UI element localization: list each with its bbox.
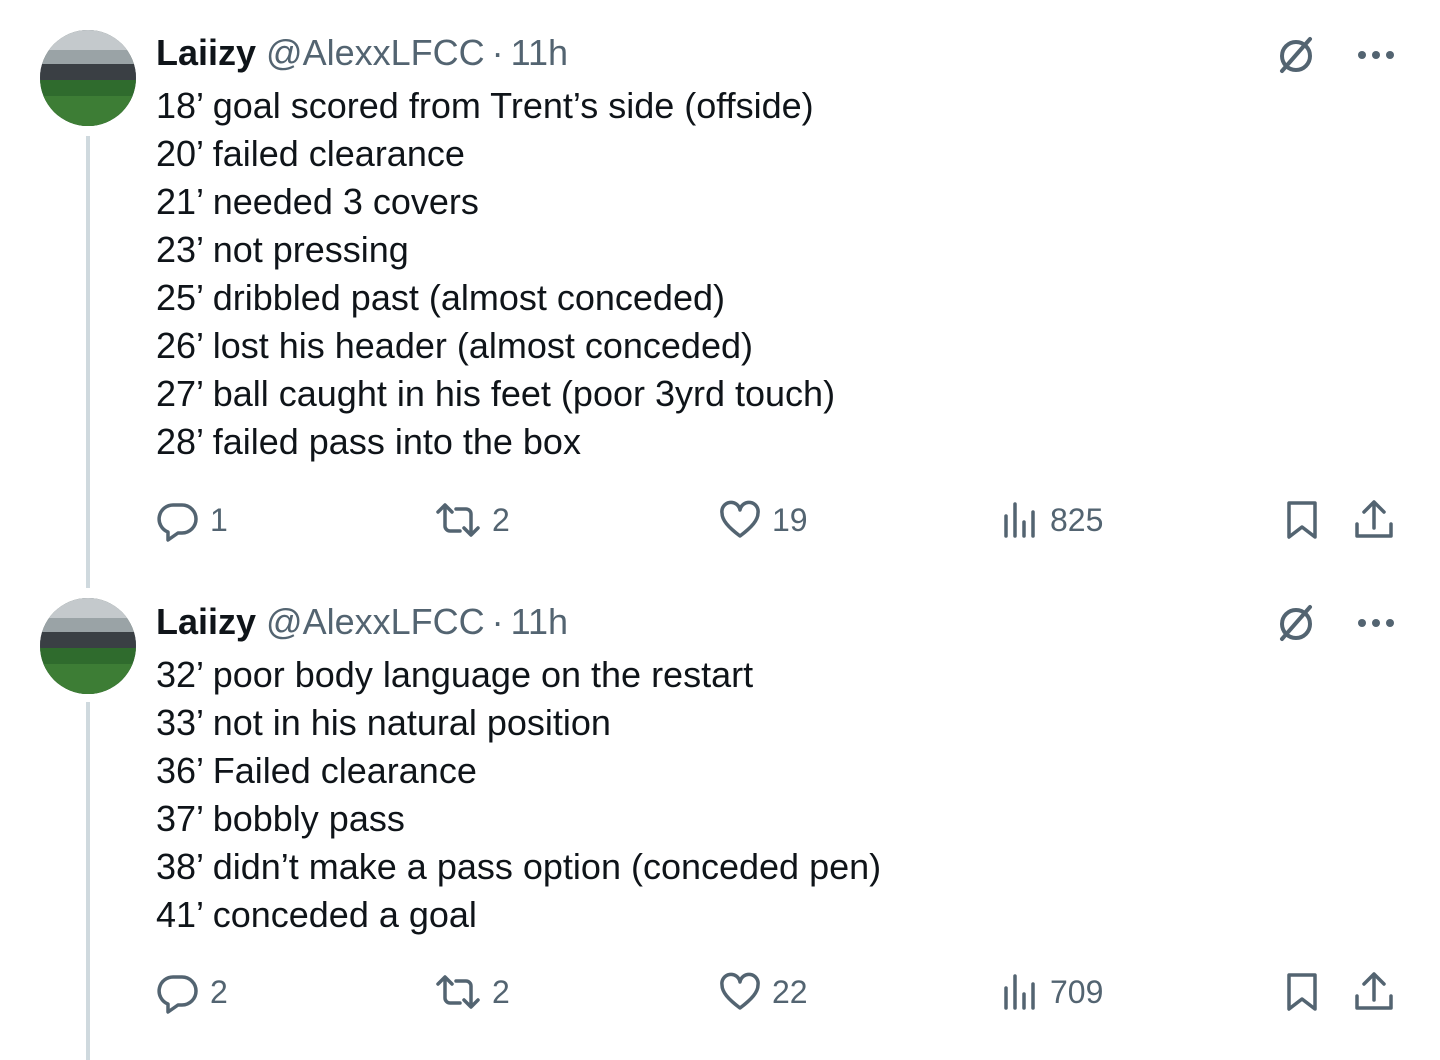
like-icon [720, 972, 760, 1010]
repost-icon [436, 975, 480, 1009]
reply-button[interactable]: 2 [156, 968, 228, 1016]
avatar[interactable] [40, 30, 136, 126]
bookmark-icon [1287, 501, 1317, 539]
bookmark-button[interactable] [1282, 496, 1322, 544]
share-icon [1355, 972, 1393, 1010]
reply-button[interactable]: 1 [156, 496, 228, 544]
share-button[interactable] [1352, 968, 1396, 1016]
like-button[interactable]: 22 [718, 968, 808, 1016]
tweet-timestamp[interactable]: 11h [511, 601, 568, 643]
thread-connector-line [86, 702, 90, 1060]
reply-count: 2 [210, 973, 228, 1010]
tweet-text-line: 23’ not pressing [156, 229, 409, 270]
tweet-text-line: 41’ conceded a goal [156, 894, 477, 935]
tweet-timestamp[interactable]: 11h [511, 32, 568, 74]
tweet-text-line: 25’ dribbled past (almost conceded) [156, 277, 725, 318]
avatar-image [40, 30, 136, 126]
more-icon[interactable] [1356, 49, 1396, 61]
grok-icon[interactable] [1274, 601, 1318, 645]
share-button[interactable] [1352, 496, 1396, 544]
more-icon[interactable] [1356, 617, 1396, 629]
views-button[interactable]: 709 [1000, 968, 1103, 1016]
tweet[interactable]: Laiizy @AlexxLFCC · 11h 32’ poor body la… [0, 572, 1440, 1060]
tweet-text-line: 37’ bobbly pass [156, 798, 405, 839]
tweet-thread: Laiizy @AlexxLFCC · 11h 18’ goal scored … [0, 0, 1440, 1060]
tweet-text-line: 21’ needed 3 covers [156, 181, 479, 222]
views-icon [1004, 502, 1035, 538]
author-handle[interactable]: @AlexxLFCC [266, 601, 485, 643]
author-name[interactable]: Laiizy [156, 32, 256, 74]
share-icon [1355, 500, 1393, 538]
tweet-text-line: 33’ not in his natural position [156, 702, 611, 743]
tweet-text-line: 32’ poor body language on the restart [156, 654, 754, 695]
author-handle[interactable]: @AlexxLFCC [266, 32, 485, 74]
views-count: 709 [1050, 973, 1104, 1010]
tweet-text-line: 20’ failed clearance [156, 133, 465, 174]
grok-icon[interactable] [1274, 33, 1318, 77]
tweet-text-line: 26’ lost his header (almost conceded) [156, 325, 753, 366]
tweet-action-bar: 2 2 22 709 [156, 968, 1396, 1016]
tweet-text-line: 27’ ball caught in his feet (poor 3yrd t… [156, 373, 836, 414]
tweet-top-actions [1274, 30, 1396, 80]
tweet-text: 18’ goal scored from Trent’s side (offsi… [156, 82, 835, 466]
views-icon [1004, 974, 1035, 1010]
repost-button[interactable]: 2 [434, 496, 510, 544]
views-count: 825 [1050, 501, 1104, 538]
repost-icon [436, 503, 480, 537]
tweet-action-bar: 1 2 19 825 [156, 496, 1396, 544]
tweet-text-line: 38’ didn’t make a pass option (conceded … [156, 846, 882, 887]
tweet-top-actions [1274, 598, 1396, 648]
avatar[interactable] [40, 598, 136, 694]
separator-dot: · [491, 32, 504, 73]
reply-icon [157, 503, 198, 542]
bookmark-button[interactable] [1282, 968, 1322, 1016]
like-count: 22 [772, 973, 808, 1010]
tweet-text: 32’ poor body language on the restart 33… [156, 651, 881, 939]
repost-count: 2 [492, 501, 510, 538]
views-button[interactable]: 825 [1000, 496, 1103, 544]
repost-button[interactable]: 2 [434, 968, 510, 1016]
reply-count: 1 [210, 501, 228, 538]
like-count: 19 [772, 501, 808, 538]
bookmark-icon [1287, 973, 1317, 1011]
tweet-text-line: 18’ goal scored from Trent’s side (offsi… [156, 85, 814, 126]
tweet-header: Laiizy @AlexxLFCC · 11h [156, 28, 568, 78]
separator-dot: · [491, 601, 504, 642]
like-button[interactable]: 19 [718, 496, 808, 544]
like-icon [720, 500, 760, 538]
tweet-text-line: 36’ Failed clearance [156, 750, 477, 791]
reply-icon [157, 975, 198, 1014]
tweet-header: Laiizy @AlexxLFCC · 11h [156, 597, 568, 647]
tweet[interactable]: Laiizy @AlexxLFCC · 11h 18’ goal scored … [0, 0, 1440, 588]
author-name[interactable]: Laiizy [156, 601, 256, 643]
repost-count: 2 [492, 973, 510, 1010]
thread-connector-line [86, 136, 90, 588]
avatar-image [40, 598, 136, 694]
tweet-text-line: 28’ failed pass into the box [156, 421, 581, 462]
